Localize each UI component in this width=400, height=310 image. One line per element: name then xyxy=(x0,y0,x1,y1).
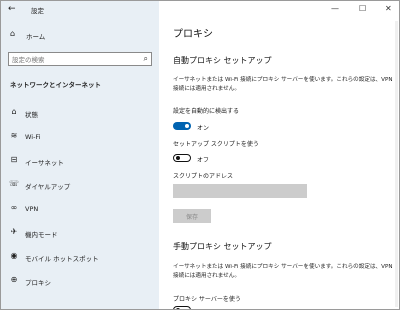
setup-script-toggle[interactable] xyxy=(173,154,191,162)
hotspot-icon: ◉ xyxy=(10,251,18,260)
page-title: プロキシ xyxy=(173,29,213,40)
detect-settings-state: オン xyxy=(197,125,210,132)
sidebar: ← 設定 ⌂ ホーム ⌕ ネットワークとインターネット ⌂ 状態 ≋ Wi-Fi… xyxy=(1,1,159,309)
sidebar-item-hotspot[interactable]: ◉ モバイル ホットスポット xyxy=(1,245,159,269)
maximize-icon[interactable]: ☐ xyxy=(359,4,366,13)
settings-window: ← 設定 ⌂ ホーム ⌕ ネットワークとインターネット ⌂ 状態 ≋ Wi-Fi… xyxy=(0,0,400,310)
back-arrow-icon[interactable]: ← xyxy=(8,4,16,14)
minimize-icon[interactable]: — xyxy=(331,4,339,13)
script-address-label: スクリプトのアドレス xyxy=(173,173,234,180)
sidebar-section-title: ネットワークとインターネット xyxy=(10,81,101,89)
close-icon[interactable]: ✕ xyxy=(385,4,392,13)
vpn-icon: ∞ xyxy=(10,203,18,212)
sidebar-item-status[interactable]: ⌂ 状態 xyxy=(1,101,159,125)
ethernet-icon: ⊟ xyxy=(10,155,18,164)
main-content: — ☐ ✕ プロキシ 自動プロキシ セットアップ イーサネットまたは Wi-Fi… xyxy=(159,1,399,309)
sidebar-item-airplane-mode[interactable]: ✈ 機内モード xyxy=(1,221,159,245)
use-proxy-server-label: プロキシ サーバーを使う xyxy=(173,296,241,303)
detect-settings-toggle[interactable] xyxy=(173,122,191,130)
sidebar-item-label: ダイヤルアップ xyxy=(25,183,71,191)
proxy-globe-icon: ⊕ xyxy=(10,275,18,284)
auto-proxy-heading: 自動プロキシ セットアップ xyxy=(173,56,272,65)
use-proxy-server-toggle[interactable] xyxy=(173,306,191,309)
sidebar-item-label: 状態 xyxy=(25,111,38,119)
save-button[interactable]: 保存 xyxy=(173,209,211,223)
manual-proxy-heading: 手動プロキシ セットアップ xyxy=(173,242,272,251)
search-input[interactable] xyxy=(12,55,132,64)
sidebar-item-dialup[interactable]: ☏ ダイヤルアップ xyxy=(1,173,159,197)
home-icon: ⌂ xyxy=(10,29,16,38)
sidebar-item-vpn[interactable]: ∞ VPN xyxy=(1,197,159,221)
home-link[interactable]: ⌂ ホーム xyxy=(1,27,159,43)
sidebar-nav: ⌂ 状態 ≋ Wi-Fi ⊟ イーサネット ☏ ダイヤルアップ ∞ VPN ✈ … xyxy=(1,101,159,293)
manual-proxy-description: イーサネットまたは Wi-Fi 接続にプロキシ サーバーを使います。これらの設定… xyxy=(173,264,393,279)
sidebar-item-label: モバイル ホットスポット xyxy=(25,255,99,263)
search-icon: ⌕ xyxy=(143,54,148,63)
title-bar: ← 設定 xyxy=(1,1,159,19)
home-label: ホーム xyxy=(26,33,46,41)
sidebar-item-label: イーサネット xyxy=(25,159,64,167)
toggle-knob xyxy=(185,124,189,128)
script-address-field[interactable] xyxy=(173,184,307,198)
search-box[interactable]: ⌕ xyxy=(8,52,152,66)
scrollbar[interactable] xyxy=(395,21,398,307)
sidebar-item-label: 機内モード xyxy=(25,231,58,239)
phone-icon: ☏ xyxy=(9,179,20,188)
setup-script-state: オフ xyxy=(197,157,210,164)
status-icon: ⌂ xyxy=(11,107,17,116)
wifi-icon: ≋ xyxy=(10,131,18,140)
sidebar-item-label: Wi-Fi xyxy=(25,133,41,141)
sidebar-item-ethernet[interactable]: ⊟ イーサネット xyxy=(1,149,159,173)
detect-settings-label: 設定を自動的に検出する xyxy=(173,108,240,115)
sidebar-item-label: VPN xyxy=(25,205,39,213)
app-title: 設定 xyxy=(31,7,44,15)
auto-proxy-description: イーサネットまたは Wi-Fi 接続にプロキシ サーバーを使います。これらの設定… xyxy=(173,77,393,92)
sidebar-item-proxy[interactable]: ⊕ プロキシ xyxy=(1,269,159,293)
window-controls: — ☐ ✕ xyxy=(309,1,399,19)
setup-script-label: セットアップ スクリプトを使う xyxy=(173,141,259,148)
toggle-knob xyxy=(176,156,180,160)
sidebar-item-wifi[interactable]: ≋ Wi-Fi xyxy=(1,125,159,149)
airplane-icon: ✈ xyxy=(10,227,18,236)
sidebar-item-label: プロキシ xyxy=(25,279,51,287)
